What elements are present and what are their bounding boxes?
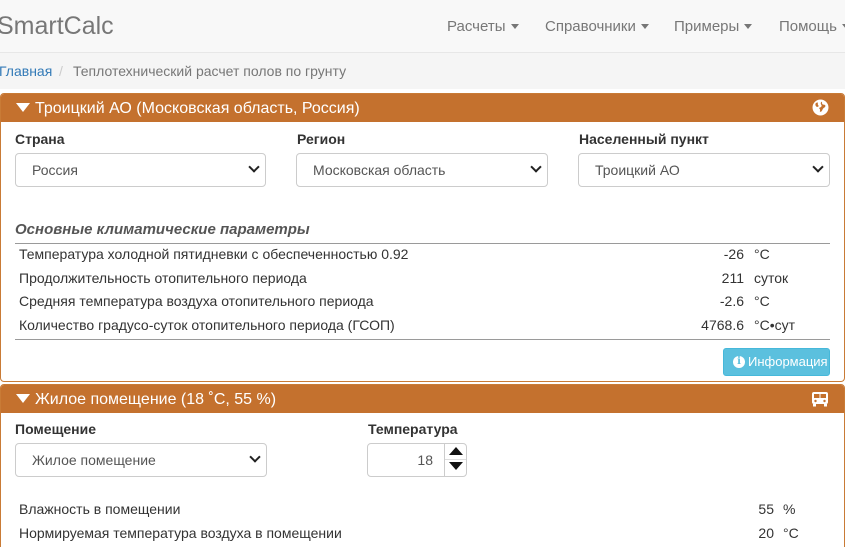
breadcrumb: Главная / Теплотехнический расчет полов … bbox=[0, 53, 845, 89]
climate-row-label: Температура холодной пятидневки с обеспе… bbox=[19, 246, 409, 262]
temperature-label: Температура bbox=[368, 421, 458, 437]
climate-row-unit: °C bbox=[754, 246, 770, 262]
menu-help-label: Помощь bbox=[779, 18, 837, 35]
region-select-value: Московская область bbox=[313, 162, 446, 178]
stepper-buttons bbox=[444, 444, 466, 476]
top-navbar: SmartCalc Расчеты Справочники Примеры По… bbox=[0, 0, 845, 53]
location-panel-heading[interactable]: Троицкий АО (Московская область, Россия) bbox=[1, 94, 844, 122]
increment-arrow-icon[interactable] bbox=[449, 447, 463, 455]
breadcrumb-home-link[interactable]: Главная bbox=[0, 63, 52, 79]
region-select[interactable]: Московская область bbox=[296, 153, 548, 187]
room-label: Помещение bbox=[15, 421, 97, 437]
climate-row-value: 211 bbox=[721, 270, 744, 286]
info-button[interactable]: i Информация bbox=[723, 348, 830, 376]
brand-logo[interactable]: SmartCalc bbox=[0, 12, 114, 40]
city-select-value: Троицкий АО bbox=[595, 162, 680, 178]
climate-row-label: Продолжительность отопительного периода bbox=[19, 270, 307, 286]
menu-help[interactable]: Помощь bbox=[779, 18, 845, 36]
bus-icon[interactable] bbox=[811, 391, 829, 407]
globe-icon[interactable] bbox=[812, 99, 829, 116]
climate-row-label: Средняя температура воздуха отопительног… bbox=[19, 293, 374, 309]
collapse-triangle-icon bbox=[16, 103, 30, 112]
room-select-value: Жилое помещение bbox=[32, 452, 156, 468]
room-row-label: Влажность в помещении bbox=[19, 501, 181, 517]
climate-row-unit: °C bbox=[754, 293, 770, 309]
chevron-down-icon bbox=[248, 161, 260, 173]
country-label: Страна bbox=[15, 131, 65, 147]
climate-row-label: Количество градусо-суток отопительного п… bbox=[19, 317, 395, 333]
info-button-label: Информация bbox=[748, 354, 828, 369]
breadcrumb-separator: / bbox=[59, 63, 63, 79]
menu-examples[interactable]: Примеры bbox=[674, 18, 753, 36]
room-row-unit: % bbox=[783, 501, 796, 517]
location-panel: Троицкий АО (Московская область, Россия)… bbox=[0, 93, 845, 382]
room-panel-heading[interactable]: Жилое помещение (18 ˚C, 55 %) bbox=[1, 385, 844, 413]
menu-calculations[interactable]: Расчеты bbox=[447, 18, 519, 36]
chevron-down-icon bbox=[812, 161, 824, 173]
region-label: Регион bbox=[297, 131, 346, 147]
caret-down-icon bbox=[640, 23, 649, 29]
breadcrumb-current: Теплотехнический расчет полов по грунту bbox=[73, 63, 347, 79]
climate-table-top-rule bbox=[15, 243, 830, 244]
decrement-arrow-icon[interactable] bbox=[449, 462, 463, 470]
chevron-down-icon bbox=[530, 161, 542, 173]
climate-table-bottom-rule bbox=[15, 339, 830, 340]
climate-row-value: -26 bbox=[723, 246, 744, 262]
caret-down-icon bbox=[744, 23, 753, 29]
room-row-value: 55 bbox=[758, 501, 774, 517]
collapse-triangle-icon bbox=[16, 394, 30, 403]
chevron-down-icon bbox=[249, 451, 261, 463]
menu-calculations-label: Расчеты bbox=[447, 18, 506, 35]
city-select[interactable]: Троицкий АО bbox=[578, 153, 830, 187]
room-row-unit: °C bbox=[783, 525, 799, 541]
room-row-value: 20 bbox=[758, 525, 774, 541]
room-row-label: Нормируемая температура воздуха в помеще… bbox=[19, 525, 342, 541]
menu-references[interactable]: Справочники bbox=[545, 18, 649, 36]
room-panel: Жилое помещение (18 ˚C, 55 %) Помещение … bbox=[0, 384, 845, 547]
location-panel-title: Троицкий АО (Московская область, Россия) bbox=[35, 100, 360, 117]
menu-examples-label: Примеры bbox=[674, 18, 740, 35]
country-select-value: Россия bbox=[32, 162, 78, 178]
climate-row-value: 4768.6 bbox=[701, 317, 744, 333]
city-label: Населенный пункт bbox=[579, 131, 709, 147]
stepper-divider bbox=[445, 459, 466, 460]
menu-references-label: Справочники bbox=[545, 18, 636, 35]
room-panel-title: Жилое помещение (18 ˚C, 55 %) bbox=[35, 391, 277, 408]
temperature-value[interactable]: 18 bbox=[417, 452, 433, 468]
info-icon: i bbox=[733, 356, 745, 368]
caret-down-icon bbox=[510, 23, 519, 29]
climate-row-unit: суток bbox=[754, 270, 789, 286]
temperature-stepper[interactable]: 18 bbox=[367, 443, 467, 477]
climate-row-value: -2.6 bbox=[719, 293, 744, 309]
country-select[interactable]: Россия bbox=[15, 153, 266, 187]
room-select[interactable]: Жилое помещение bbox=[15, 443, 267, 477]
climate-section-title: Основные климатические параметры bbox=[15, 221, 310, 238]
climate-row-unit: °C•сут bbox=[754, 317, 796, 333]
